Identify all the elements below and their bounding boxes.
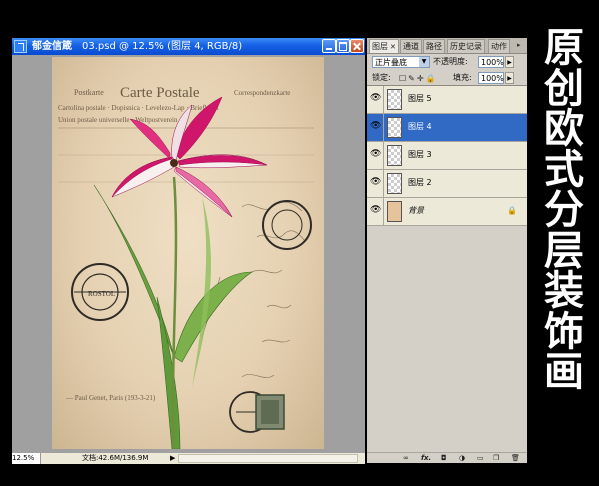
layers-panel: 图层 ✕ 通道 路径 历史记录 动作 ▸ 正片叠底 ▼ 不透明度: 100% ▶ …: [367, 38, 527, 463]
fx-icon[interactable]: fx.: [421, 453, 431, 463]
fill-label: 填充:: [453, 73, 472, 82]
adjustment-icon[interactable]: ◑: [459, 453, 465, 463]
chevron-down-icon: ▼: [419, 57, 429, 67]
artwork-image: Postkarte Carte Postale Correspondenzkar…: [58, 85, 314, 449]
caption-char: 式: [544, 146, 584, 193]
tab-paths[interactable]: 路径: [423, 39, 445, 53]
postcard-line2-text: Cartolina postale · Dopisnica · Levelezo…: [58, 104, 219, 112]
layer-thumbnail: [387, 117, 402, 138]
document-window: 郁金信箴 03.psd @ 12.5% (图层 4, RGB/8) Postkar…: [12, 38, 365, 464]
app-title: 郁金信箴: [32, 41, 72, 52]
lock-icon: 🔒: [507, 206, 517, 215]
photoshop-icon: [14, 40, 27, 53]
layer-row-2[interactable]: 👁 图层 2: [367, 170, 527, 198]
eye-icon[interactable]: 👁: [370, 205, 381, 216]
status-menu-arrow-icon[interactable]: ▶: [170, 453, 175, 464]
caption-char: 分: [544, 187, 584, 233]
caption-char: 装: [544, 268, 584, 314]
layer-row-3[interactable]: 👁 图层 3: [367, 142, 527, 170]
tab-actions[interactable]: 动作: [488, 39, 510, 53]
eye-icon[interactable]: 👁: [370, 93, 381, 104]
layer-thumbnail: [387, 145, 402, 166]
layer-thumbnail: [387, 173, 402, 194]
canvas-area[interactable]: Postkarte Carte Postale Correspondenzkar…: [12, 55, 365, 453]
layer-thumbnail: [387, 89, 402, 110]
fill-input[interactable]: 100%: [478, 72, 504, 84]
zoom-field[interactable]: 12.5%: [12, 453, 41, 464]
trash-icon[interactable]: 🗑: [511, 453, 520, 463]
layer-thumbnail: [387, 201, 402, 222]
layers-list: 👁 图层 5 👁 图层 4 👁 图层 3 👁 图层 2 👁 背景 🔒: [367, 85, 527, 453]
layer-name: 图层 5: [408, 94, 432, 103]
panel-menu-icon[interactable]: ▸: [517, 41, 521, 49]
document-size-info: 文档:42.6M/136.9M: [82, 454, 149, 462]
svg-text:ROSTOL: ROSTOL: [88, 290, 115, 298]
panel-tabs: 图层 ✕ 通道 路径 历史记录 动作 ▸: [367, 38, 527, 54]
status-bar: 12.5% 文档:42.6M/136.9M ▶: [12, 453, 365, 464]
fill-arrow-icon[interactable]: ▶: [505, 72, 514, 84]
artwork-caption-text: — Paul Genet, Paris (193-3-21): [65, 394, 156, 402]
eye-icon[interactable]: 👁: [370, 177, 381, 188]
carte-postale-text: Carte Postale: [120, 85, 200, 101]
vertical-caption: 原 创 欧 式 分 层 装 饰 画: [529, 28, 599, 393]
eye-icon[interactable]: 👁: [370, 121, 381, 132]
mask-icon[interactable]: ◘: [441, 453, 447, 463]
postcard-heading-text: Postkarte: [74, 88, 104, 97]
tab-layers[interactable]: 图层 ✕: [369, 39, 399, 53]
group-icon[interactable]: ▭: [477, 453, 484, 463]
panel-bottom-toolbar: ∞ fx. ◘ ◑ ▭ ❐ 🗑: [367, 452, 527, 463]
opacity-input[interactable]: 100%: [478, 56, 504, 68]
horizontal-scrollbar[interactable]: [178, 454, 358, 463]
new-layer-icon[interactable]: ❐: [493, 453, 499, 463]
caption-char: 层: [544, 227, 584, 274]
tab-close-icon: ✕: [390, 43, 396, 51]
tab-history[interactable]: 历史记录: [447, 39, 485, 53]
layer-name: 图层 2: [408, 178, 432, 187]
layer-name: 图层 3: [408, 150, 432, 159]
link-icon[interactable]: ∞: [403, 453, 409, 463]
close-button[interactable]: [350, 39, 364, 53]
postcard-line3-text: Union postale universelle · Weltpostvere…: [58, 116, 178, 124]
lock-options[interactable]: ☐✎✛🔒: [399, 73, 438, 85]
lock-label: 锁定:: [372, 73, 391, 82]
layer-row-4[interactable]: 👁 图层 4: [367, 114, 527, 142]
opacity-arrow-icon[interactable]: ▶: [505, 56, 514, 68]
caption-char: 饰: [544, 308, 584, 355]
minimize-button[interactable]: [322, 39, 336, 53]
document-title: 03.psd @ 12.5% (图层 4, RGB/8): [82, 41, 243, 52]
layer-name: 背景: [408, 206, 424, 215]
layer-row-background[interactable]: 👁 背景 🔒: [367, 198, 527, 226]
eye-icon[interactable]: 👁: [370, 149, 381, 160]
tab-channels[interactable]: 通道: [400, 39, 422, 53]
caption-char: 画: [544, 349, 584, 395]
layer-row-5[interactable]: 👁 图层 5: [367, 86, 527, 114]
correspondenz-text: Correspondenzkarte: [234, 89, 290, 97]
layer-name: 图层 4: [408, 122, 432, 131]
caption-char: 创: [544, 65, 584, 112]
caption-char: 欧: [544, 106, 584, 152]
caption-char: 原: [544, 25, 584, 71]
blend-mode-select[interactable]: 正片叠底 ▼: [372, 56, 430, 68]
document-titlebar[interactable]: 郁金信箴 03.psd @ 12.5% (图层 4, RGB/8): [12, 38, 365, 55]
opacity-label: 不透明度:: [433, 57, 468, 66]
artwork-canvas[interactable]: Postkarte Carte Postale Correspondenzkar…: [52, 57, 324, 449]
maximize-button[interactable]: [336, 39, 350, 53]
